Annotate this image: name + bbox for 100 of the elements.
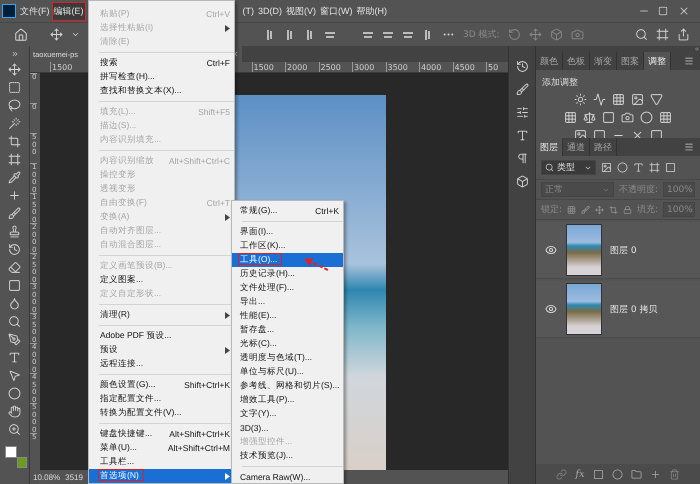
magic-wand-tool-icon[interactable]: [8, 117, 21, 130]
sun-icon[interactable]: [574, 93, 586, 106]
history-brush-tool-icon[interactable]: [8, 243, 21, 256]
grid-icon[interactable]: [567, 204, 576, 214]
history-icon[interactable]: [516, 60, 528, 73]
foreground-color-swatch[interactable]: [4, 446, 16, 458]
marquee-tool-icon[interactable]: [8, 81, 21, 94]
menu-item[interactable]: 首选项(N): [89, 469, 234, 483]
crop-icon[interactable]: [609, 204, 618, 214]
menu-item[interactable]: 工具栏...: [89, 455, 234, 469]
brush-tool-icon[interactable]: [8, 207, 21, 220]
menu-item[interactable]: 预设: [89, 343, 234, 357]
menu-item[interactable]: 性能(E)...: [232, 309, 343, 323]
filter-dropdown[interactable]: 类型: [541, 160, 596, 175]
menu-item[interactable]: 查找和替换文本(X)...: [89, 84, 234, 98]
character-icon[interactable]: [516, 129, 528, 142]
menu-bar-item[interactable]: 帮助(H): [354, 2, 389, 20]
grid-icon[interactable]: [564, 111, 577, 124]
menu-bar-item[interactable]: 文件(F): [18, 2, 52, 20]
menu-item[interactable]: 键盘快捷键... Alt+Shift+Ctrl+K: [89, 427, 234, 441]
scale-icon[interactable]: [583, 111, 596, 124]
menu-item[interactable]: 定义图案...: [89, 273, 234, 287]
adjustment-layer-icon[interactable]: [612, 468, 623, 480]
menu-item[interactable]: 透明度与色域(T)...: [232, 351, 343, 365]
collapse-icon[interactable]: [694, 46, 700, 52]
panel-tab[interactable]: 调整: [644, 52, 671, 70]
menu-item[interactable]: 工作区(K)...: [232, 239, 343, 253]
share-icon[interactable]: [677, 28, 690, 41]
menu-item[interactable]: 指定配置文件...: [89, 392, 234, 406]
menu-bar-item[interactable]: 3D(D): [256, 3, 284, 19]
triangle-icon[interactable]: [650, 93, 662, 106]
background-color-swatch[interactable]: [16, 457, 26, 468]
move-icon[interactable]: [595, 204, 604, 214]
zoom-tool-icon[interactable]: [8, 423, 21, 436]
menu-item[interactable]: 颜色设置(G)... Shift+Ctrl+K: [89, 378, 234, 392]
image-icon[interactable]: [601, 162, 612, 173]
menu-item[interactable]: 常规(G)... Ctrl+K: [232, 204, 343, 218]
caret-icon[interactable]: [71, 30, 80, 39]
trash-icon[interactable]: [668, 468, 680, 480]
menu-item[interactable]: 增效工具(P)...: [232, 393, 343, 407]
menu-item[interactable]: 界面(I)...: [232, 225, 343, 239]
hand-tool-icon[interactable]: [8, 405, 21, 418]
menu-item[interactable]: 工具(O)...: [232, 253, 343, 267]
panel-menu-icon[interactable]: [684, 56, 694, 66]
menu-item[interactable]: 拼写检查(H)...: [89, 70, 234, 84]
eyedropper-tool-icon[interactable]: [8, 171, 21, 184]
fx-button[interactable]: fx: [575, 468, 585, 480]
menu-item[interactable]: 文字(Y)...: [232, 407, 343, 421]
circle-icon[interactable]: [640, 111, 653, 124]
move-tool-icon[interactable]: [8, 63, 21, 76]
folder-icon[interactable]: [630, 468, 642, 480]
stamp-tool-icon[interactable]: [8, 225, 21, 238]
histogram-icon[interactable]: [592, 93, 606, 106]
mask-icon[interactable]: [592, 468, 604, 480]
lock-icon[interactable]: [622, 204, 632, 214]
link-icon[interactable]: [556, 468, 568, 480]
expand-icon[interactable]: [10, 50, 18, 58]
move-icon[interactable]: [50, 28, 63, 41]
blur-tool-icon[interactable]: [8, 297, 21, 310]
menu-item[interactable]: 技术预览(J)...: [232, 449, 343, 463]
menu-item[interactable]: 历史记录(H)...: [232, 267, 343, 281]
square-icon[interactable]: [602, 111, 615, 124]
type-icon[interactable]: [633, 162, 644, 173]
menu-item[interactable]: 文件处理(F)...: [232, 281, 343, 295]
menu-bar-item[interactable]: 窗口(W): [318, 2, 354, 20]
square-icon[interactable]: [665, 162, 676, 173]
circle-icon[interactable]: [617, 162, 628, 173]
new-layer-icon[interactable]: [650, 468, 661, 480]
menu-item[interactable]: 清理(R): [89, 308, 234, 322]
menu-item[interactable]: 暂存盘...: [232, 323, 343, 337]
close-icon[interactable]: [678, 5, 690, 17]
home-icon[interactable]: [14, 28, 28, 42]
ellipse-tool-icon[interactable]: [8, 387, 21, 400]
brush-icon[interactable]: [516, 83, 528, 96]
lasso-tool-icon[interactable]: [8, 99, 21, 112]
menu-item[interactable]: Adobe PDF 预设...: [89, 329, 234, 343]
menu-bar-item[interactable]: 编辑(E): [52, 2, 86, 20]
type-tool-icon[interactable]: [8, 351, 21, 364]
menu-item[interactable]: 参考线、网格和切片(S)...: [232, 379, 343, 393]
menu-item[interactable]: 菜单(U)... Alt+Shift+Ctrl+M: [89, 441, 234, 455]
menu-bar-item[interactable]: 视图(V): [284, 2, 318, 20]
grid-icon[interactable]: [659, 111, 672, 124]
crop-tool-icon[interactable]: [8, 135, 21, 148]
panel-menu-icon[interactable]: [684, 142, 694, 152]
menu-item[interactable]: 导出...: [232, 295, 343, 309]
menu-item[interactable]: 3D(3)...: [232, 421, 343, 435]
menu-item[interactable]: 远程连接...: [89, 357, 234, 371]
pen-tool-icon[interactable]: [8, 333, 21, 346]
menu-item[interactable]: 转换为配置文件(V)...: [89, 406, 234, 420]
menu-item[interactable]: 光标(C)...: [232, 337, 343, 351]
frame-icon[interactable]: [649, 162, 660, 173]
menu-item[interactable]: Camera Raw(W)...: [232, 470, 343, 483]
search-icon[interactable]: [635, 28, 648, 41]
eraser-tool-icon[interactable]: [8, 261, 21, 274]
maximize-icon[interactable]: [658, 6, 668, 16]
selection-tool-icon[interactable]: [8, 369, 21, 382]
panel-tab[interactable]: 图层: [536, 138, 563, 156]
paragraph-icon[interactable]: [516, 152, 528, 165]
menu-bar-item[interactable]: (T): [240, 3, 256, 19]
frame-tool-icon[interactable]: [8, 153, 21, 166]
